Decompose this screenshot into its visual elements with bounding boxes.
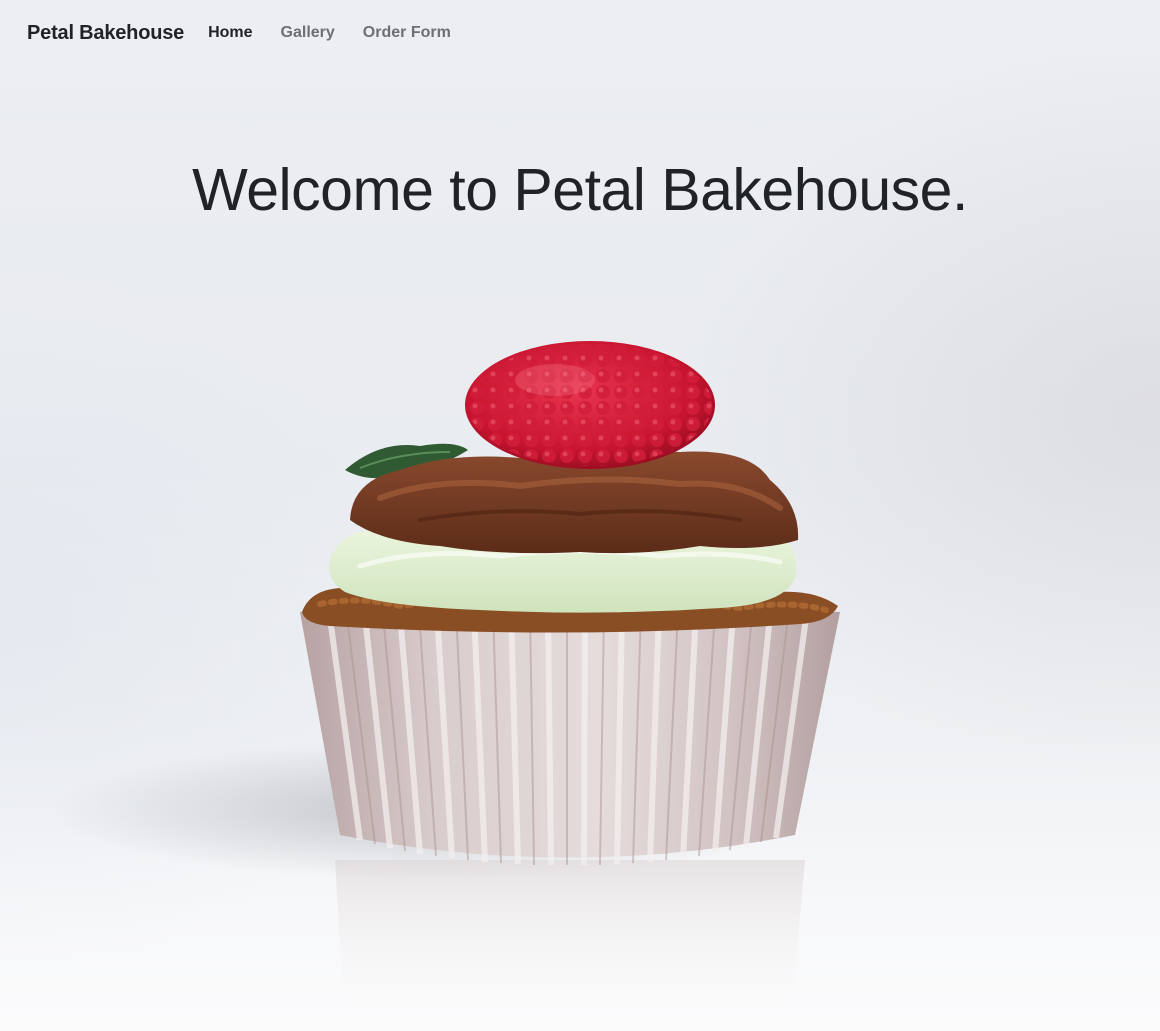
brand-logo[interactable]: Petal Bakehouse [27,22,184,45]
navbar: Petal Bakehouse Home Gallery Order Form [0,0,1160,66]
nav-link-home[interactable]: Home [208,24,252,42]
cupcake-image [50,341,840,1031]
nav-link-gallery[interactable]: Gallery [281,24,335,42]
hero-title: Welcome to Petal Bakehouse. [192,157,968,223]
nav-link-order-form[interactable]: Order Form [363,24,451,42]
